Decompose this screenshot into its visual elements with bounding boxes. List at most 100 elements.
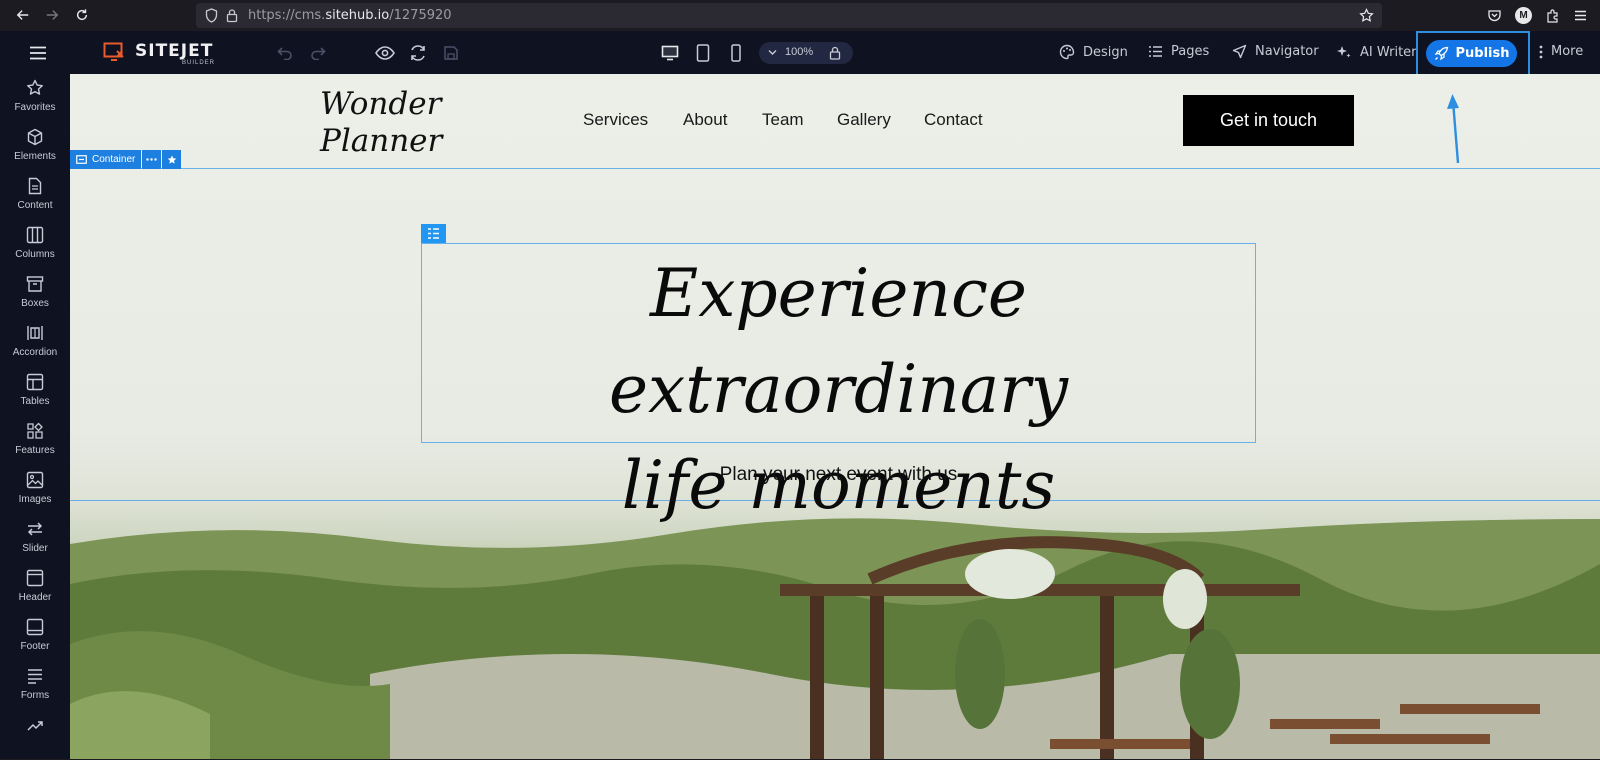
sidebar-item-favorites[interactable]: Favorites [0,74,70,123]
elements-sidebar: Favorites Elements Content Columns Boxes… [0,74,70,759]
back-icon[interactable] [13,5,33,25]
pages-label: Pages [1171,44,1210,59]
features-icon [27,422,43,439]
navigator-label: Navigator [1255,44,1319,59]
sitejet-logo-sub: BUILDER [182,60,216,66]
zoom-lock-icon[interactable] [829,46,841,60]
bookmark-star-icon[interactable] [1359,8,1374,23]
container-label[interactable]: Container [70,150,142,169]
hero-subline[interactable]: Plan your next event with us [421,464,1256,486]
get-in-touch-button[interactable]: Get in touch [1183,95,1354,146]
sidebar-item-label: Footer [20,641,50,652]
pocket-icon[interactable] [1487,8,1502,23]
mobile-view-icon[interactable] [725,42,747,64]
sidebar-item-images[interactable]: Images [0,466,70,515]
sidebar-item-footer[interactable]: Footer [0,613,70,662]
site-logo[interactable]: Wonder Planner [320,86,442,160]
sidebar-item-slider[interactable]: Slider [0,515,70,564]
sidebar-item-label: Boxes [21,298,49,309]
redo-icon[interactable] [307,42,329,64]
annotation-arrow-icon [1447,94,1460,164]
sidebar-item-more[interactable] [0,711,70,760]
site-nav-contact[interactable]: Contact [924,110,983,130]
hero-headline[interactable]: Experience extraordinary life moments [421,246,1256,534]
publish-label: Publish [1455,46,1510,61]
account-avatar[interactable]: M [1515,7,1532,24]
image-icon [26,471,44,489]
sitejet-logo-icon [103,42,124,61]
save-icon[interactable] [440,42,462,64]
sidebar-item-label: Tables [20,396,50,407]
site-logo-line1: Wonder [320,86,442,122]
kebab-icon [1539,45,1543,58]
sparkle-icon [1337,46,1351,58]
columns-icon [26,226,44,244]
address-bar[interactable]: https://cms.sitehub.io/1275920 [196,3,1382,28]
navigation-arrow-icon [1232,44,1247,59]
hamburger-icon[interactable] [27,42,49,64]
extensions-icon[interactable] [1545,8,1560,23]
desktop-view-icon[interactable] [659,42,681,64]
footer-icon [26,618,44,636]
chevron-down-icon [768,50,777,55]
sidebar-item-elements[interactable]: Elements [0,123,70,172]
venue-photo [70,518,1600,759]
container-icon [76,155,87,164]
sidebar-item-content[interactable]: Content [0,172,70,221]
container-label-text: Container [92,154,136,165]
container-options-icon[interactable] [142,150,162,169]
pages-button[interactable]: Pages [1148,44,1209,59]
publish-button[interactable]: Publish [1426,40,1517,67]
header-icon [26,569,44,587]
sidebar-item-label: Columns [15,249,55,260]
design-label: Design [1083,44,1128,60]
sidebar-item-label: Images [18,494,52,505]
shield-icon[interactable] [205,8,218,23]
star-icon [27,79,43,95]
zoom-control[interactable]: 100% [759,42,853,64]
sidebar-item-columns[interactable]: Columns [0,221,70,270]
forward-icon[interactable] [42,5,62,25]
navigator-button[interactable]: Navigator [1232,44,1319,59]
container-selection-top [70,168,1600,169]
sidebar-item-label: Accordion [12,347,58,358]
ai-writer-button[interactable]: AI Writer [1336,44,1417,60]
site-nav-team[interactable]: Team [762,110,804,130]
site-nav-about[interactable]: About [683,110,727,130]
menu-icon[interactable] [1573,8,1588,23]
site-nav-services[interactable]: Services [583,110,648,130]
ai-writer-label: AI Writer [1360,44,1417,60]
sidebar-item-features[interactable]: Features [0,417,70,466]
design-button[interactable]: Design [1059,44,1128,60]
browser-toolbar: https://cms.sitehub.io/1275920 M [0,0,1600,31]
reload-icon[interactable] [72,5,92,25]
more-label: More [1551,44,1584,59]
slider-icon [27,522,43,536]
sidebar-item-label: Elements [14,151,56,162]
tablet-view-icon[interactable] [692,42,714,64]
sidebar-item-header[interactable]: Header [0,564,70,613]
accordion-icon [27,326,43,340]
more-button[interactable]: More [1539,44,1583,59]
refresh-icon[interactable] [407,42,429,64]
text-block-handle-icon[interactable] [421,224,446,243]
sidebar-item-accordion[interactable]: Accordion [0,319,70,368]
table-icon [26,373,44,391]
container-favorite-icon[interactable] [162,150,182,169]
undo-icon[interactable] [274,42,296,64]
page-canvas: Wonder Planner Services About Team Galle… [70,74,1600,759]
hero-headline-line2: life moments [621,447,1056,524]
lock-icon[interactable] [226,8,238,23]
sidebar-item-label: Content [17,200,53,211]
url-text: https://cms.sitehub.io/1275920 [248,8,452,23]
container-tag[interactable]: Container [70,150,182,169]
preview-eye-icon[interactable] [374,42,396,64]
sidebar-item-tables[interactable]: Tables [0,368,70,417]
sidebar-item-forms[interactable]: Forms [0,662,70,711]
sidebar-item-boxes[interactable]: Boxes [0,270,70,319]
list-icon [1149,46,1162,57]
site-nav-gallery[interactable]: Gallery [837,110,891,130]
sidebar-item-label: Header [18,592,52,603]
sidebar-item-label: Favorites [14,102,56,113]
form-icon [28,669,42,684]
